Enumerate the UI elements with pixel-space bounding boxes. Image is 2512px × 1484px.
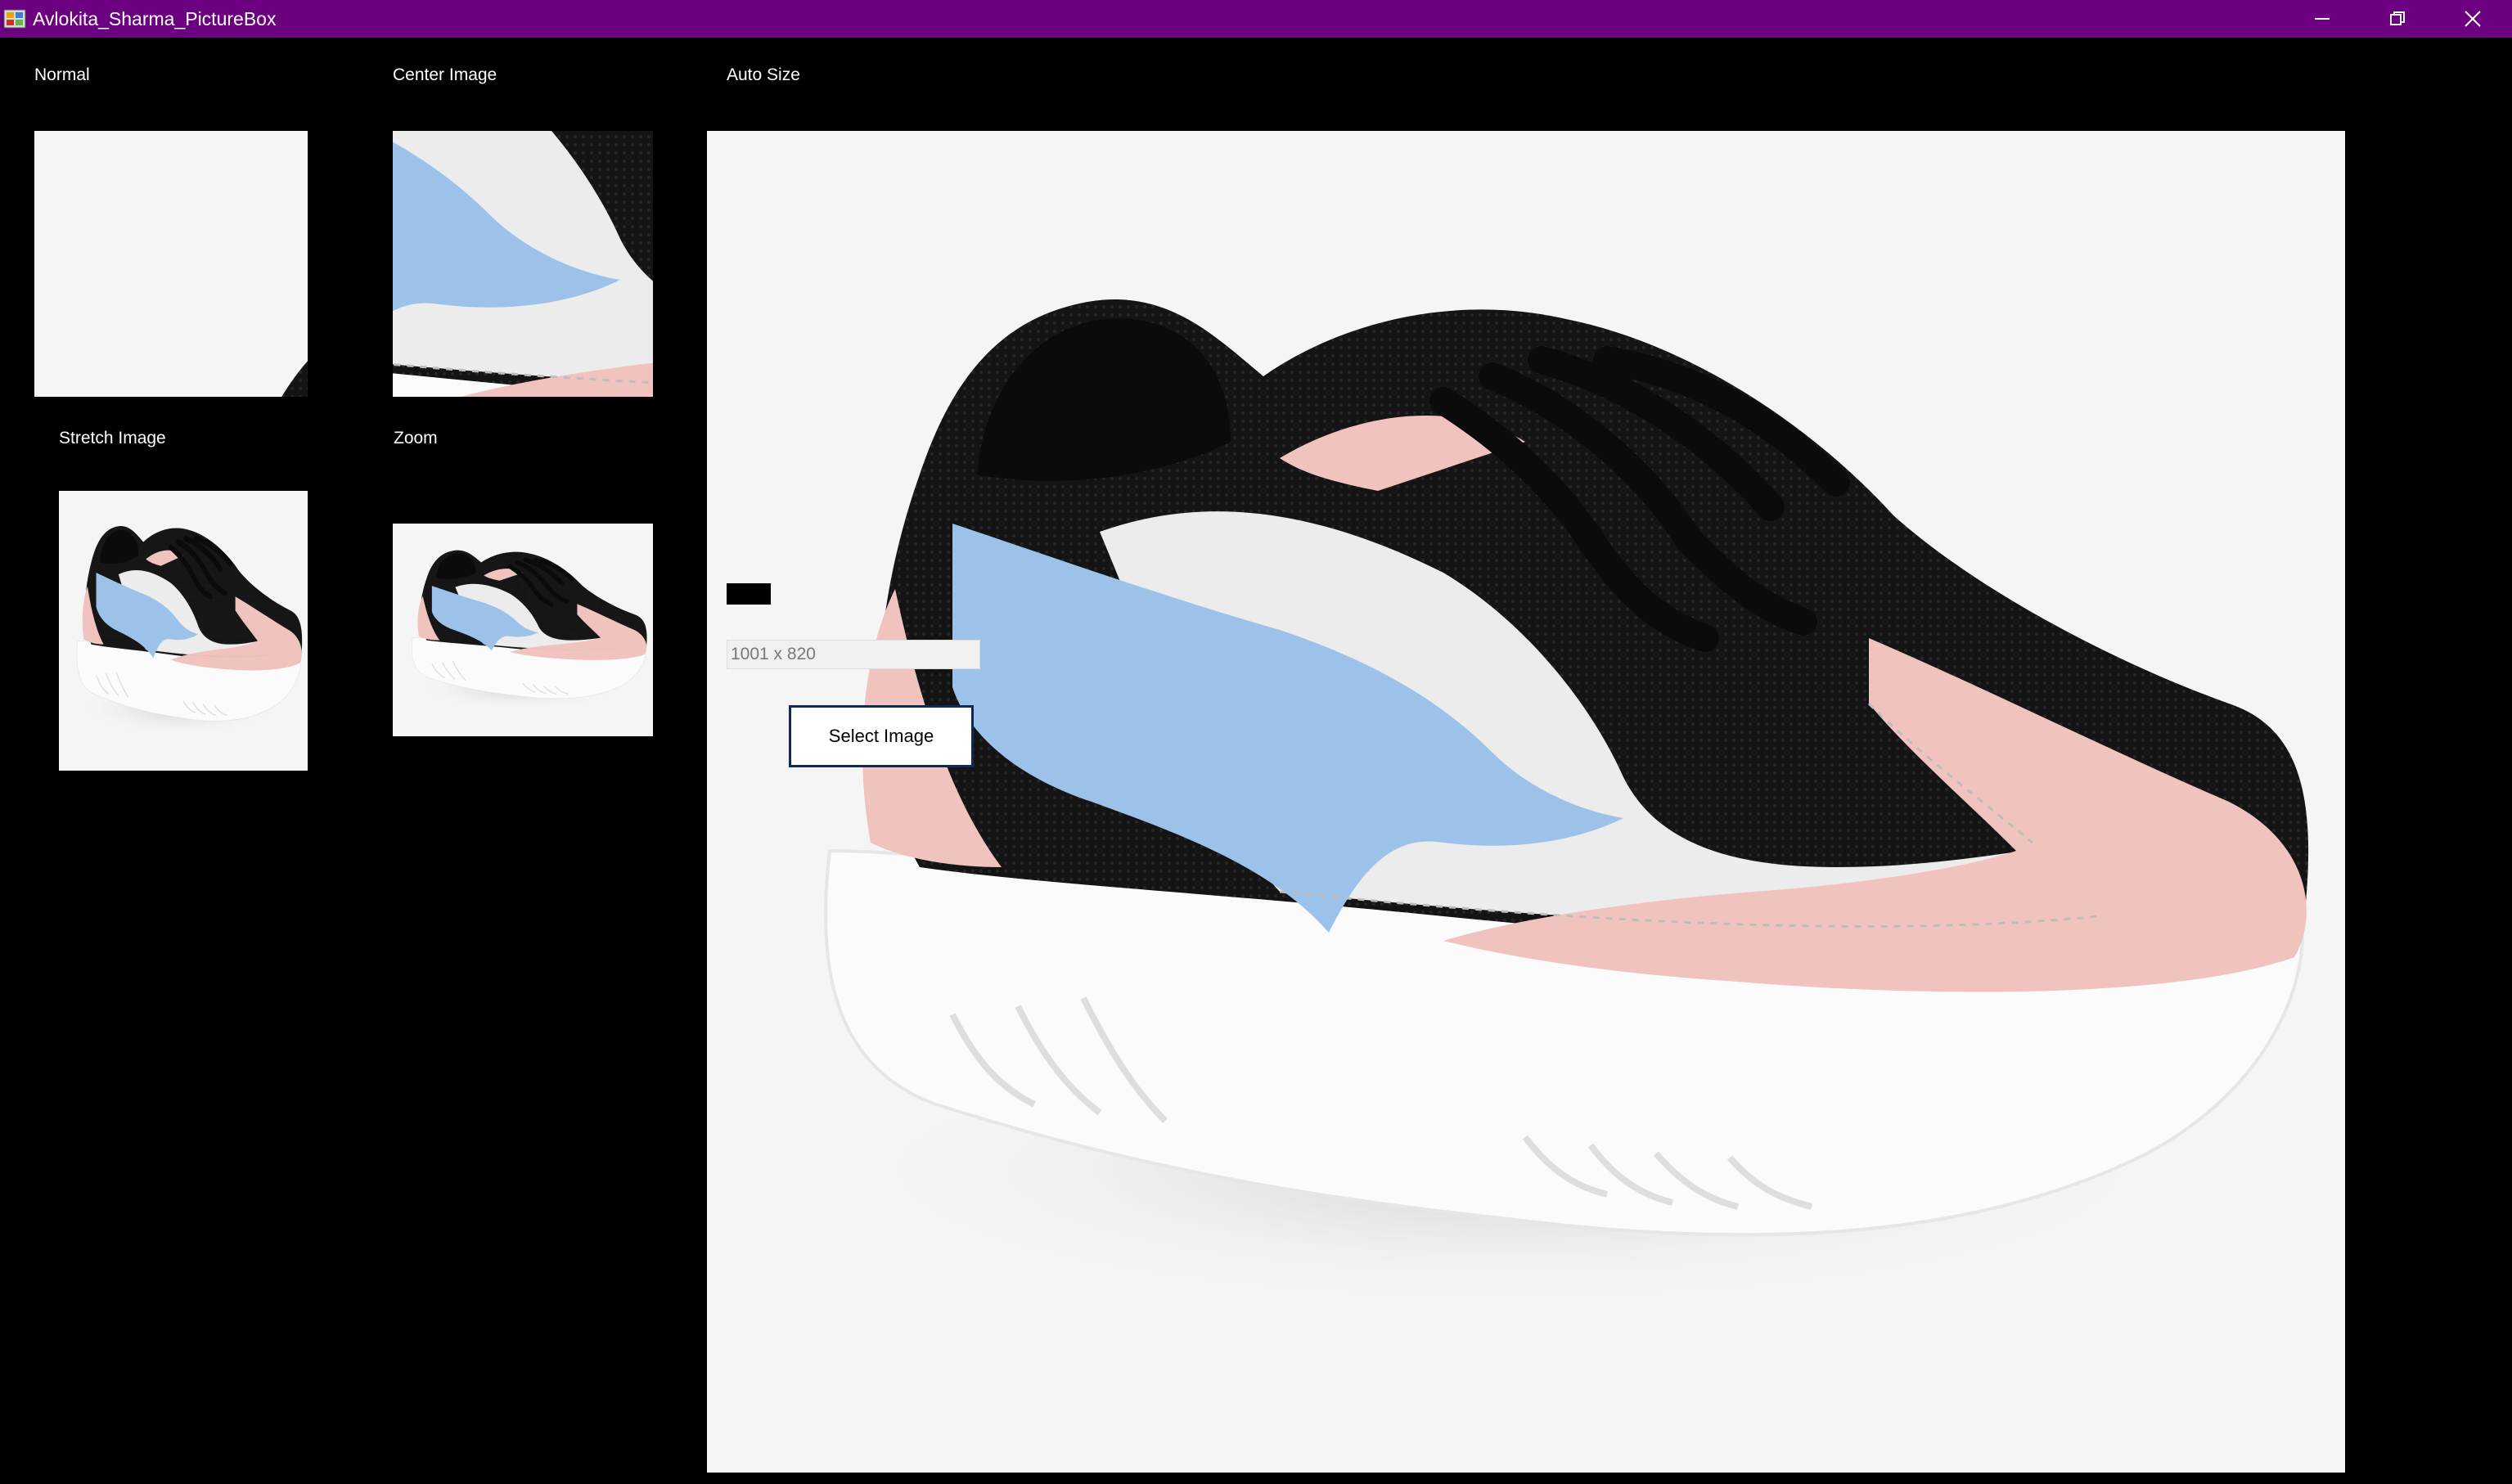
- window-title: Avlokita_Sharma_PictureBox: [33, 8, 277, 29]
- picturebox-normal: [34, 131, 308, 397]
- close-icon: [2465, 11, 2481, 27]
- close-button[interactable]: [2435, 0, 2510, 38]
- sneaker-image: [707, 131, 2345, 1473]
- label-stretch-image: Stretch Image: [59, 429, 166, 447]
- restore-button[interactable]: [2360, 0, 2435, 38]
- select-image-button[interactable]: Select Image: [789, 705, 974, 767]
- label-normal: Normal: [34, 65, 90, 84]
- sneaker-image: [393, 524, 653, 736]
- minimize-button[interactable]: [2285, 0, 2360, 38]
- sneaker-image: [59, 491, 308, 771]
- minimize-icon: [2315, 18, 2330, 20]
- sneaker-image: [393, 131, 653, 397]
- label-zoom: Zoom: [394, 429, 438, 447]
- sneaker-image: [34, 131, 308, 397]
- image-size-field[interactable]: [727, 640, 980, 669]
- color-swatch[interactable]: [727, 583, 771, 605]
- restore-icon: [2390, 11, 2405, 25]
- picturebox-stretch-image: [59, 491, 308, 771]
- select-image-button-label: Select Image: [828, 726, 934, 746]
- picturebox-center-image: [393, 131, 653, 397]
- label-center-image: Center Image: [393, 65, 497, 84]
- label-auto-size: Auto Size: [727, 65, 800, 84]
- picturebox-auto-size: [707, 131, 2345, 1473]
- picturebox-zoom: [393, 524, 653, 736]
- title-bar: Avlokita_Sharma_PictureBox: [0, 0, 2512, 38]
- app-icon: [3, 9, 26, 29]
